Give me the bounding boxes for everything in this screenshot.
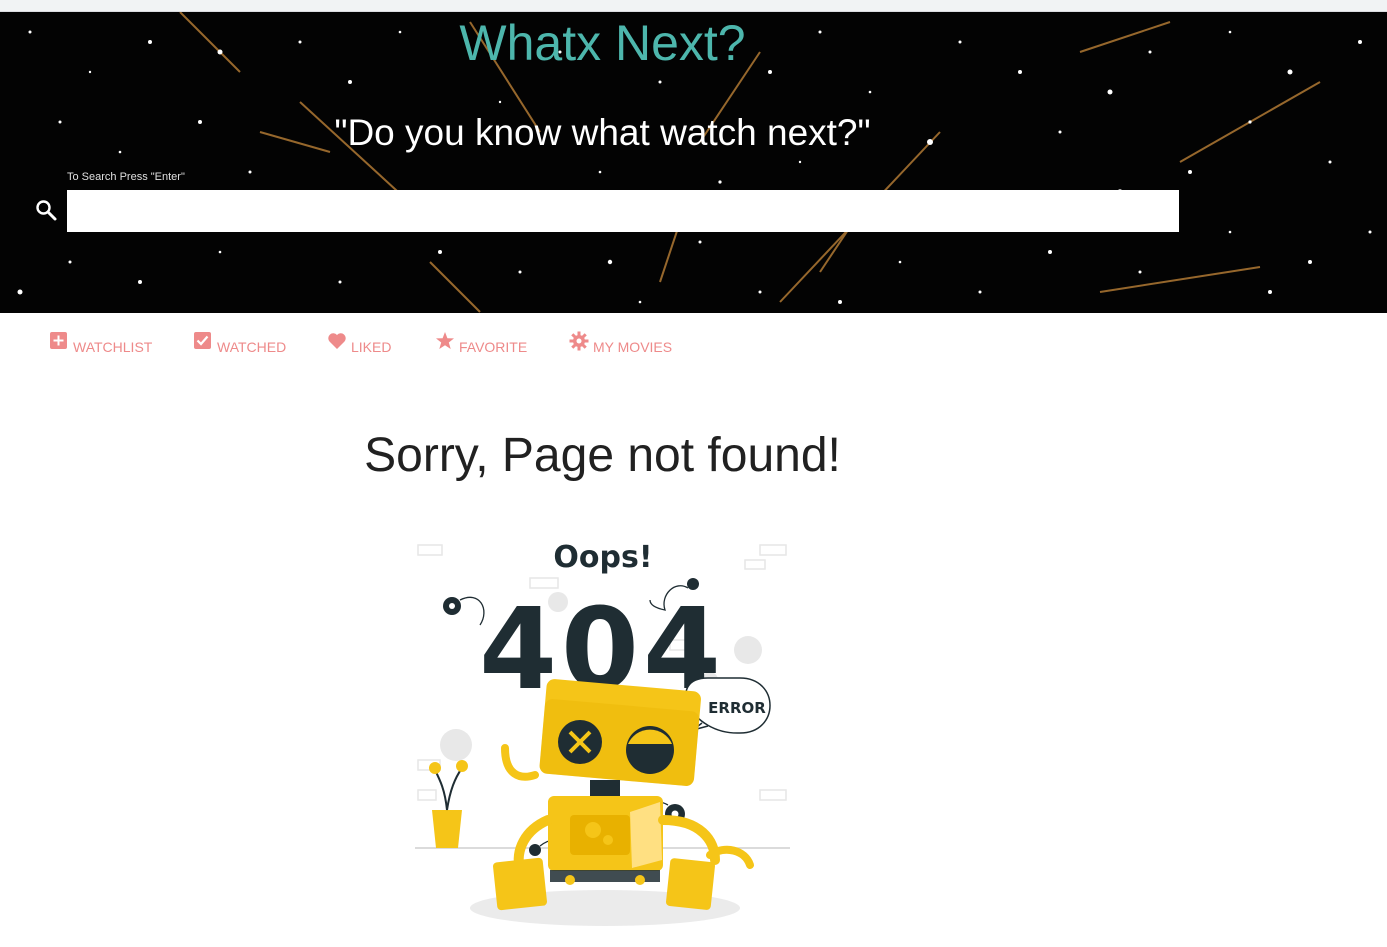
star-icon: [436, 332, 454, 349]
nav-item-favorite[interactable]: FAVORITE: [435, 331, 527, 355]
heart-icon: [328, 333, 346, 349]
nav-item-liked[interactable]: LIKED: [327, 331, 391, 355]
nav-item-watchlist[interactable]: WATCHLIST: [49, 331, 152, 355]
browser-chrome-strip: [0, 0, 1387, 12]
nav-label-liked: LIKED: [351, 339, 392, 355]
oops-heading: Oops!: [553, 540, 652, 575]
search-icon[interactable]: [34, 198, 58, 222]
gear-icon: [569, 331, 589, 351]
nav-label-my-movies: MY MOVIES: [593, 339, 673, 355]
nav-label-watchlist: WATCHLIST: [73, 339, 153, 355]
plus-box-icon: [50, 332, 67, 349]
search-input[interactable]: [67, 190, 1179, 232]
error-bubble-text: ERROR: [708, 699, 766, 717]
main-nav: WATCHLIST WATCHED LIKED FAVORITE MY MOVI…: [0, 313, 1387, 373]
hero-banner: Whatx Next? "Do you know what watch next…: [0, 12, 1387, 313]
nav-label-favorite: FAVORITE: [459, 339, 528, 355]
nav-label-watched: WATCHED: [217, 339, 287, 355]
check-box-icon: [194, 332, 211, 349]
site-title[interactable]: Whatx Next?: [0, 14, 1205, 72]
tagline: "Do you know what watch next?": [334, 112, 871, 153]
robot-404-illustration: Oops! 404 ERROR: [415, 540, 790, 926]
page-not-found-heading: Sorry, Page not found!: [364, 429, 841, 482]
nav-item-my-movies[interactable]: MY MOVIES: [569, 331, 672, 355]
nav-item-watched[interactable]: WATCHED: [193, 331, 286, 355]
search-hint-label: To Search Press "Enter": [67, 171, 185, 183]
